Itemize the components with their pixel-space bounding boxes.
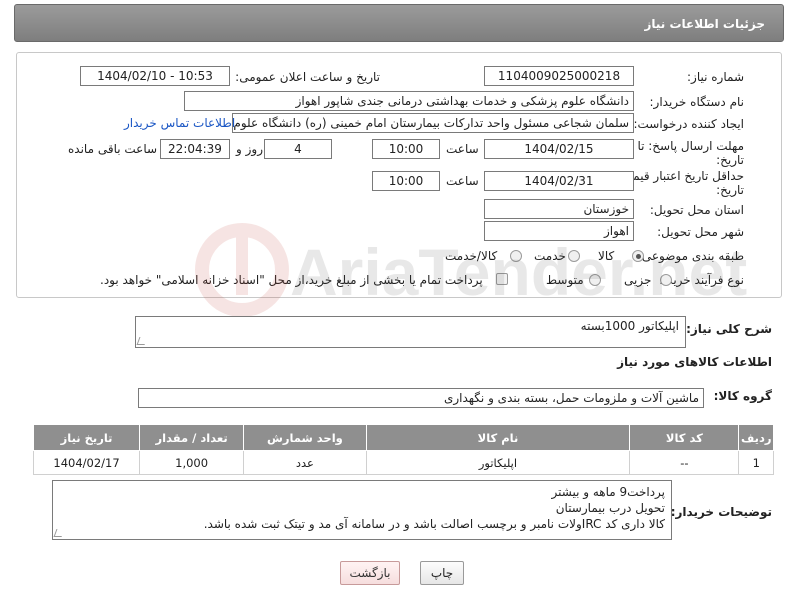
province-field[interactable]: خوزستان [484, 199, 634, 219]
col-name-header: نام کالا [365, 424, 631, 451]
buyer-notes-line-3: کالا داری کد IRCولات نامبر و برچسب اصالت… [203, 517, 665, 531]
buyer-org-field[interactable]: دانشگاه علوم پزشکی و خدمات بهداشتی درمان… [184, 91, 634, 111]
category-option-goods-service: کالا/خدمت [445, 249, 498, 263]
goods-group-label: گروه کالا: [713, 389, 772, 403]
col-code-header: کد کالا [629, 424, 740, 451]
buyer-notes-textarea[interactable]: پرداخت9 ماهه و بیشتر تحویل درب بیمارستان… [52, 480, 672, 540]
requester-label: ایجاد کننده درخواست: [633, 117, 744, 131]
requester-field[interactable]: سلمان شجاعی مسئول واحد تدارکات بیمارستان… [232, 113, 634, 133]
summary-textarea[interactable]: اپلیکاتور 1000بسته [135, 316, 686, 348]
goods-table: ردیف کد کالا نام کالا واحد شمارش تعداد /… [32, 424, 774, 475]
reply-deadline-time-label: ساعت [446, 142, 479, 156]
reply-deadline-label: مهلت ارسال پاسخ: تا تاریخ: [619, 139, 744, 167]
buyer-contact-link[interactable]: اطلاعات تماس خریدار [124, 116, 235, 130]
need-number-label: شماره نیاز: [687, 70, 744, 84]
cell-qty: 1,000 [139, 450, 245, 475]
price-validity-time-field[interactable]: 10:00 [372, 171, 440, 191]
remaining-time-field[interactable]: 22:04:39 [160, 139, 230, 159]
goods-table-header-row: ردیف کد کالا نام کالا واحد شمارش تعداد /… [32, 424, 774, 451]
announce-datetime-field[interactable]: 1404/02/10 - 10:53 [80, 66, 230, 86]
price-validity-date-field[interactable]: 1404/02/31 [484, 171, 634, 191]
process-option-minor: جزیی [624, 273, 652, 287]
announce-datetime-label: تاریخ و ساعت اعلان عمومی: [235, 70, 380, 84]
category-option-service: خدمت [534, 249, 566, 263]
col-row-header: ردیف [738, 424, 774, 451]
process-option-medium: متوسط [546, 273, 584, 287]
summary-text: اپلیکاتور 1000بسته [580, 319, 679, 333]
page-title: جزئیات اطلاعات نیاز [644, 17, 765, 31]
remaining-time-label: ساعت باقی مانده [68, 142, 158, 156]
col-unit-header: واحد شمارش [243, 424, 367, 451]
province-label: استان محل تحویل: [649, 203, 744, 217]
city-label: شهر محل تحویل: [657, 225, 744, 239]
buyer-notes-line-1: پرداخت9 ماهه و بیشتر [551, 485, 665, 499]
goods-section-title: اطلاعات کالاهای مورد نیاز [617, 355, 772, 369]
reply-deadline-time-field[interactable]: 10:00 [372, 139, 440, 159]
process-radio-medium[interactable] [589, 274, 601, 286]
cell-name: اپلیکاتور [365, 450, 631, 475]
goods-group-field[interactable]: ماشین آلات و ملزومات حمل، بسته بندی و نگ… [138, 388, 704, 408]
resize-grip-icon[interactable] [136, 337, 148, 345]
col-qty-header: تعداد / مقدار [139, 424, 245, 451]
need-number-field[interactable]: 1104009025000218 [484, 66, 634, 86]
category-radio-goods-service[interactable] [510, 250, 522, 262]
buyer-notes-label: توضیحات خریدار: [670, 505, 772, 519]
page-title-bar: جزئیات اطلاعات نیاز [14, 4, 784, 42]
cell-code: -- [629, 450, 740, 475]
city-field[interactable]: اهواز [484, 221, 634, 241]
category-radio-goods[interactable] [632, 250, 644, 262]
cell-unit: عدد [243, 450, 367, 475]
summary-label: شرح کلی نیاز: [686, 322, 772, 336]
col-date-header: تاریخ نیاز [32, 424, 141, 451]
category-radio-service[interactable] [568, 250, 580, 262]
reply-deadline-date-field[interactable]: 1404/02/15 [484, 139, 634, 159]
process-radio-minor[interactable] [660, 274, 672, 286]
buyer-notes-line-2: تحویل درب بیمارستان [555, 501, 665, 515]
cell-row-number: 1 [738, 450, 774, 475]
price-validity-time-label: ساعت [446, 174, 479, 188]
treasury-payment-note: پرداخت تمام یا بخشی از مبلغ خرید،از محل … [100, 273, 483, 287]
category-label: طبقه بندی موضوعی: [637, 249, 744, 263]
resize-grip-icon[interactable] [53, 529, 65, 537]
reply-deadline-days-field[interactable]: 4 [264, 139, 332, 159]
buyer-org-label: نام دستگاه خریدار: [649, 95, 745, 109]
cell-date: 1404/02/17 [32, 450, 141, 475]
print-button[interactable]: چاپ [420, 561, 464, 585]
category-option-goods: کالا [598, 249, 615, 263]
treasury-payment-checkbox[interactable] [496, 273, 508, 285]
back-button[interactable]: بازگشت [340, 561, 400, 585]
days-label: روز و [236, 142, 263, 156]
reply-deadline-label-text: مهلت ارسال پاسخ: تا تاریخ: [637, 139, 744, 167]
table-row[interactable]: 1 -- اپلیکاتور عدد 1,000 1404/02/17 [32, 450, 774, 475]
